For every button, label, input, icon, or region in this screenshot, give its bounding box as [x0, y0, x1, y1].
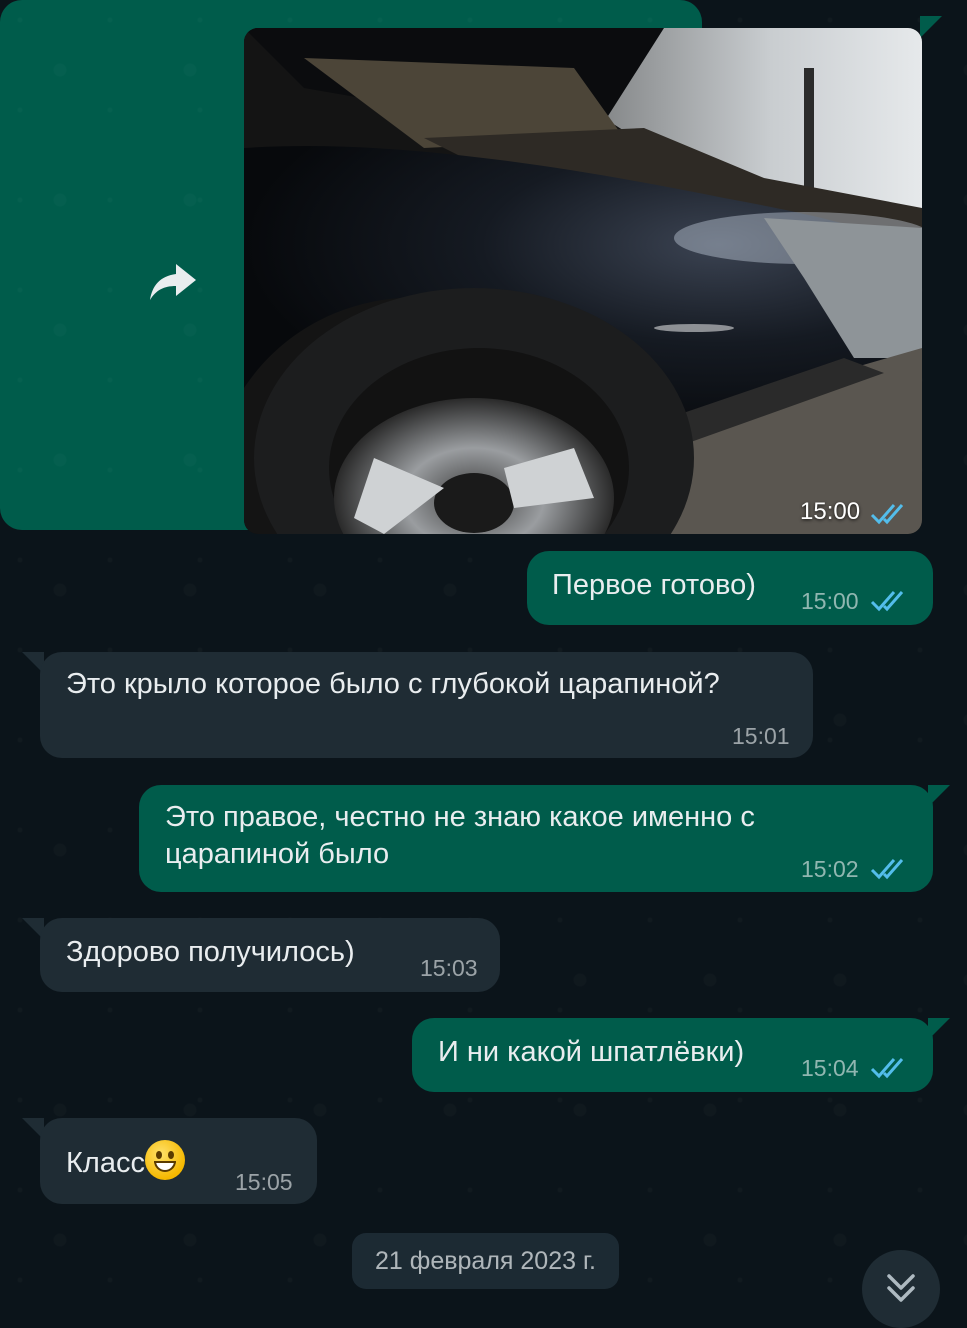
message-text: И ни какой шпатлёвки) [438, 1036, 745, 1068]
message-time: 15:05 [235, 1169, 293, 1195]
message-time: 15:04 [801, 1055, 859, 1081]
message-text-content: Класс [66, 1147, 145, 1179]
grinning-face-icon [144, 1140, 185, 1180]
double-check-icon [870, 591, 904, 612]
message-time: 15:03 [420, 955, 478, 981]
car-fender-photo[interactable] [244, 28, 922, 534]
message-time: 15:00 [801, 588, 859, 614]
forward-button[interactable] [143, 252, 201, 310]
message-text: Класс [66, 1140, 185, 1182]
double-check-icon [870, 504, 904, 525]
message-text: Здорово получилось) [66, 936, 355, 968]
scroll-to-bottom-button[interactable] [862, 1250, 940, 1328]
forward-icon [150, 264, 196, 300]
message-text: Это крыло которое было с глубокой царапи… [66, 668, 720, 700]
chevron-double-down-icon [887, 1274, 915, 1302]
double-check-icon [870, 859, 904, 880]
message-text-line1: Это правое, честно не знаю какое именно … [165, 801, 755, 833]
message-text: Первое готово) [552, 569, 756, 601]
date-separator: 21 февраля 2023 г. [352, 1233, 619, 1289]
message-time: 15:02 [801, 856, 859, 882]
message-time: 15:01 [732, 723, 790, 749]
message-time: 15:00 [800, 498, 861, 525]
double-check-icon [870, 1058, 904, 1079]
bubble-tail [920, 16, 942, 38]
message-text-line2: царапиной было [165, 838, 390, 870]
